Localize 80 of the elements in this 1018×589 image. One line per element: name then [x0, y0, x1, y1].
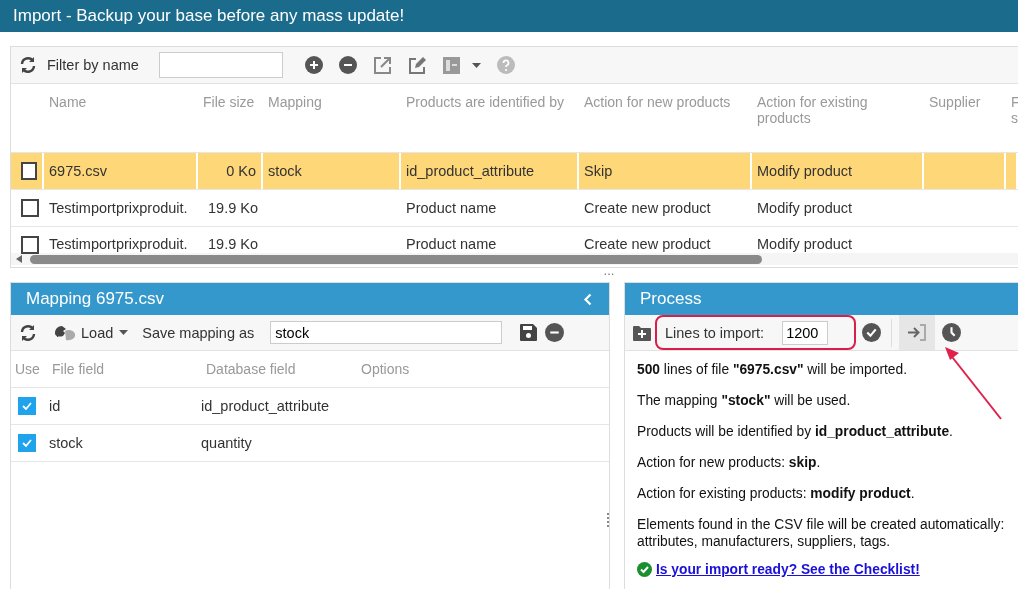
use-checkbox[interactable]	[18, 434, 36, 452]
table-cell: id_product_attribute	[406, 163, 535, 179]
table-cell: stock	[268, 163, 302, 179]
column-header[interactable]: Action for new products	[584, 94, 747, 110]
filter-label: Filter by name	[47, 57, 139, 73]
message-text: Action for new products: skip.	[637, 454, 822, 471]
use-checkbox[interactable]	[18, 397, 36, 415]
table-cell: Skip	[584, 163, 613, 179]
check-icon	[21, 400, 33, 412]
check-icon	[21, 437, 33, 449]
column-header[interactable]: Supplier	[929, 94, 1001, 110]
table-cell: Create new product	[584, 200, 711, 216]
table-cell: Product name	[406, 200, 497, 216]
check-icon	[637, 562, 652, 577]
message-text: The mapping "stock" will be used.	[637, 392, 852, 409]
column-header[interactable]: Products are identified by	[406, 94, 574, 110]
column-header[interactable]: Name	[49, 94, 193, 110]
column-header[interactable]: Mapping	[268, 94, 396, 110]
column-header[interactable]: File size	[203, 94, 258, 110]
save-mapping-label: Save mapping as	[142, 324, 255, 341]
scroll-left-icon[interactable]	[16, 255, 22, 263]
lines-field[interactable]: 1200	[782, 320, 829, 345]
export-icon[interactable]	[372, 55, 392, 75]
column-header: Use	[15, 361, 40, 377]
mapping-name-field[interactable]: stock	[270, 321, 503, 344]
remove-icon[interactable]	[338, 56, 357, 74]
table-cell: Modify product	[757, 200, 853, 216]
row-checkbox[interactable]	[21, 199, 39, 217]
column-icon[interactable]	[442, 56, 460, 74]
caret-icon[interactable]	[471, 62, 481, 68]
refresh-icon[interactable]	[19, 323, 37, 342]
table-cell: Modify product	[757, 236, 853, 252]
table-cell: Create new product	[584, 236, 711, 252]
table-cell: 0 Ko	[226, 163, 256, 179]
window-title: Import - Backup your base before any mass update!	[0, 0, 1018, 32]
scrollbar-thumb[interactable]	[30, 254, 762, 264]
table-cell: 6975.csv	[49, 163, 108, 179]
message-text: Elements found in the CSV file will be created automatically: attributes, manufacturers, suppliers, tags.	[637, 516, 1006, 550]
table-cell: Testimportprixproduit.	[49, 236, 188, 252]
table-cell: Testimportprixproduit.	[49, 200, 188, 216]
table-row[interactable]: 6975.csv 0 Ko stock id_product_attribute Skip Modify product	[11, 152, 1018, 189]
message-text: Action for existing products: modify product.	[637, 485, 916, 502]
table-cell: Product name	[406, 236, 497, 252]
refresh-icon[interactable]	[19, 56, 37, 74]
folder-add-icon[interactable]	[633, 324, 651, 341]
row-checkbox[interactable]	[21, 162, 37, 180]
panel-title: Mapping 6975.csv	[26, 289, 164, 309]
checklist-link[interactable]: Is your import ready? See the Checklist!	[656, 562, 920, 577]
load-button[interactable]: Load	[45, 323, 120, 342]
clock-icon[interactable]	[942, 323, 962, 342]
import-button[interactable]	[899, 315, 936, 350]
table-row[interactable]: Testimportprixproduit. 19.9 Ko Product name Create new product Modify product	[11, 189, 1018, 226]
filter-field[interactable]	[158, 52, 283, 78]
column-header: File field	[52, 361, 105, 377]
column-header[interactable]: Action for existing products	[757, 94, 919, 126]
splitter-handle[interactable]	[607, 513, 612, 527]
panel-title: Process	[640, 289, 702, 309]
lines-label: Lines to import:	[665, 324, 765, 341]
column-header: Database field	[206, 361, 296, 377]
hand-icon	[53, 323, 77, 342]
save-icon[interactable]	[520, 324, 538, 341]
row-checkbox[interactable]	[21, 236, 39, 254]
caret-icon[interactable]	[119, 330, 129, 335]
table-cell: id_product_attribute	[201, 398, 330, 414]
collapse-icon[interactable]	[583, 292, 592, 306]
splitter-handle[interactable]: ...	[200, 268, 1018, 282]
message-text: Products will be identified by id_product_attribute.	[637, 423, 954, 440]
table-cell: id	[49, 398, 61, 414]
table-cell: stock	[49, 435, 83, 451]
table-cell: 19.9 Ko	[208, 200, 258, 216]
remove-icon[interactable]	[545, 323, 565, 342]
table-cell: 19.9 Ko	[208, 236, 258, 252]
edit-icon[interactable]	[407, 55, 427, 75]
table-cell: Modify product	[757, 163, 853, 179]
enter-icon	[907, 324, 928, 341]
check-icon[interactable]	[862, 323, 882, 342]
message-text: 500 lines of file "6975.csv" will be imported.	[637, 361, 909, 378]
add-icon[interactable]	[304, 56, 323, 74]
table-cell: quantity	[201, 435, 252, 451]
column-header: Options	[361, 361, 410, 377]
